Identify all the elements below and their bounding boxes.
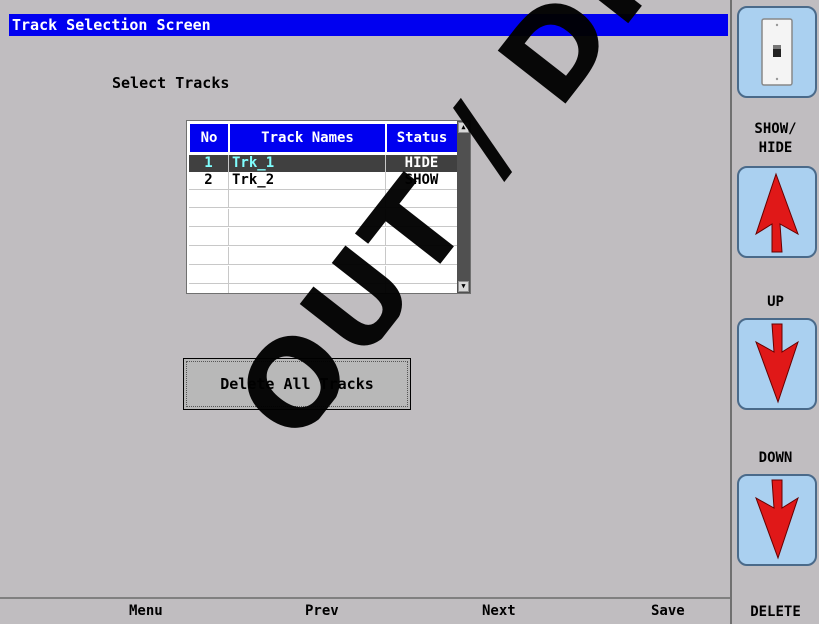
column-header-status[interactable]: Status xyxy=(386,123,458,153)
window-title: Track Selection Screen xyxy=(9,14,728,36)
scroll-up-icon[interactable]: ▲ xyxy=(458,122,469,133)
delete-label: DELETE xyxy=(750,604,801,620)
up-button[interactable] xyxy=(737,166,817,258)
empty-row[interactable] xyxy=(189,228,457,246)
empty-row[interactable] xyxy=(189,209,457,227)
down-label: DOWN xyxy=(758,450,793,466)
arrow-up-icon xyxy=(755,172,799,253)
up-label: UP xyxy=(767,294,784,310)
scroll-down-icon[interactable]: ▼ xyxy=(458,281,469,292)
tracks-table: No Track Names Status 1 Trk_1 HIDE 2 Trk… xyxy=(186,120,471,294)
show-hide-label: SHOW/ HIDE xyxy=(754,121,797,156)
row-status: HIDE xyxy=(404,155,439,171)
down-button[interactable] xyxy=(737,318,817,410)
row-track-name: Trk_1 xyxy=(229,155,386,172)
table-row[interactable]: 1 Trk_1 HIDE xyxy=(189,155,457,172)
save-button[interactable]: Save xyxy=(651,603,685,619)
column-header-track-names[interactable]: Track Names xyxy=(229,123,386,153)
delete-button[interactable] xyxy=(737,474,817,566)
next-button[interactable]: Next xyxy=(482,603,516,619)
menu-button[interactable]: Menu xyxy=(129,603,163,619)
side-panel: SHOW/ HIDE UP DOWN DELETE xyxy=(730,0,819,624)
row-no: 2 xyxy=(189,172,229,189)
prev-button[interactable]: Prev xyxy=(305,603,339,619)
arrow-down-icon xyxy=(755,323,799,404)
empty-row[interactable] xyxy=(189,190,457,208)
empty-row[interactable] xyxy=(189,284,457,293)
table-scrollbar[interactable]: ▲ ▼ xyxy=(457,121,470,293)
row-status: SHOW xyxy=(404,172,439,188)
column-header-no[interactable]: No xyxy=(189,123,229,153)
row-no: 1 xyxy=(189,155,229,172)
bottom-bar: Menu Prev Next Save xyxy=(0,597,730,624)
table-row[interactable]: 2 Trk_2 SHOW xyxy=(189,172,457,190)
main-panel: Track Selection Screen Select Tracks No … xyxy=(0,0,730,624)
select-tracks-label: Select Tracks xyxy=(112,74,230,92)
empty-row[interactable] xyxy=(189,266,457,284)
row-track-name: Trk_2 xyxy=(229,172,386,189)
arrow-down-icon xyxy=(755,479,799,560)
show-hide-button[interactable] xyxy=(737,6,817,98)
empty-row[interactable] xyxy=(189,247,457,265)
delete-all-tracks-button[interactable]: Delete All Tracks xyxy=(183,358,411,410)
switch-icon xyxy=(761,18,793,86)
